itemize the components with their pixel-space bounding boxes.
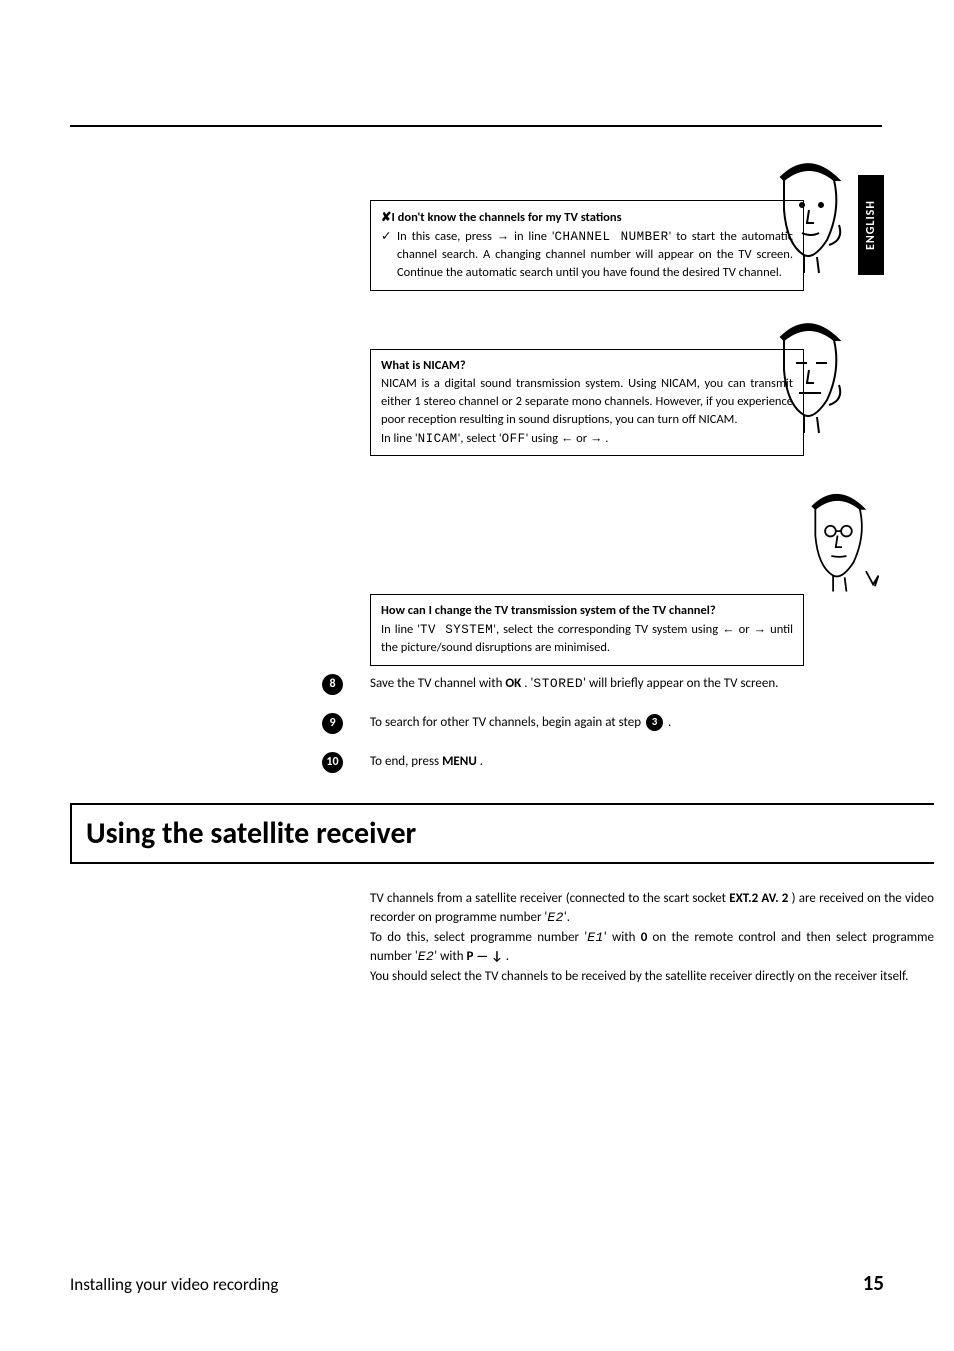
manual-page: ENGLISH ✘I don't know the channels for m… bbox=[0, 0, 954, 1351]
step-text: Save the TV channel with OK . 'STORED' w… bbox=[370, 674, 885, 694]
info-box-body-2: In line 'NICAM', select 'OFF' using ← or… bbox=[381, 429, 793, 448]
step-number-badge: 8 bbox=[322, 674, 343, 695]
right-arrow-icon: → bbox=[590, 431, 603, 445]
right-arrow-icon: → bbox=[754, 622, 767, 636]
info-box-heading: What is NICAM? bbox=[381, 357, 793, 375]
step-9: 9 To search for other TV channels, begin… bbox=[322, 713, 885, 734]
section-body: TV channels from a satellite receiver (c… bbox=[370, 889, 934, 987]
page-footer: Installing your video recording 15 bbox=[70, 1270, 884, 1296]
step-10: 10 To end, press MENU . bbox=[322, 752, 885, 773]
top-rule bbox=[70, 125, 882, 127]
step-number-badge: 10 bbox=[322, 752, 343, 773]
check-icon: ✓ bbox=[381, 227, 391, 245]
info-box-body: NICAM is a digital sound transmission sy… bbox=[381, 375, 793, 429]
info-box-body: In line 'TV SYSTEM', select the correspo… bbox=[381, 620, 793, 657]
page-number: 15 bbox=[863, 1270, 884, 1296]
info-box-heading: How can I change the TV transmission sys… bbox=[381, 602, 793, 620]
step-number-badge: 9 bbox=[322, 713, 343, 734]
step-8: 8 Save the TV channel with OK . 'STORED'… bbox=[322, 674, 885, 695]
left-arrow-icon: ← bbox=[722, 622, 735, 636]
language-tab: ENGLISH bbox=[858, 175, 884, 275]
step-text: To end, press MENU . bbox=[370, 752, 885, 772]
info-box-heading: ✘I don't know the channels for my TV sta… bbox=[381, 208, 793, 227]
step-ref-badge: 3 bbox=[646, 714, 663, 731]
step-text: To search for other TV channels, begin a… bbox=[370, 713, 885, 733]
info-box-nicam: What is NICAM? NICAM is a digital sound … bbox=[370, 349, 804, 457]
footer-section-name: Installing your video recording bbox=[70, 1274, 278, 1295]
section-title: Using the satellite receiver bbox=[86, 815, 920, 852]
section-heading: Using the satellite receiver bbox=[70, 803, 934, 864]
info-box-body: ✓ In this case, press → in line 'CHANNEL… bbox=[381, 227, 793, 282]
cross-icon: ✘ bbox=[381, 210, 391, 224]
right-arrow-icon: → bbox=[497, 229, 510, 243]
info-box-channels: ✘I don't know the channels for my TV sta… bbox=[370, 200, 804, 291]
info-box-tv-system: How can I change the TV transmission sys… bbox=[370, 594, 804, 665]
left-arrow-icon: ← bbox=[561, 431, 574, 445]
face-illustration-3 bbox=[802, 480, 882, 600]
